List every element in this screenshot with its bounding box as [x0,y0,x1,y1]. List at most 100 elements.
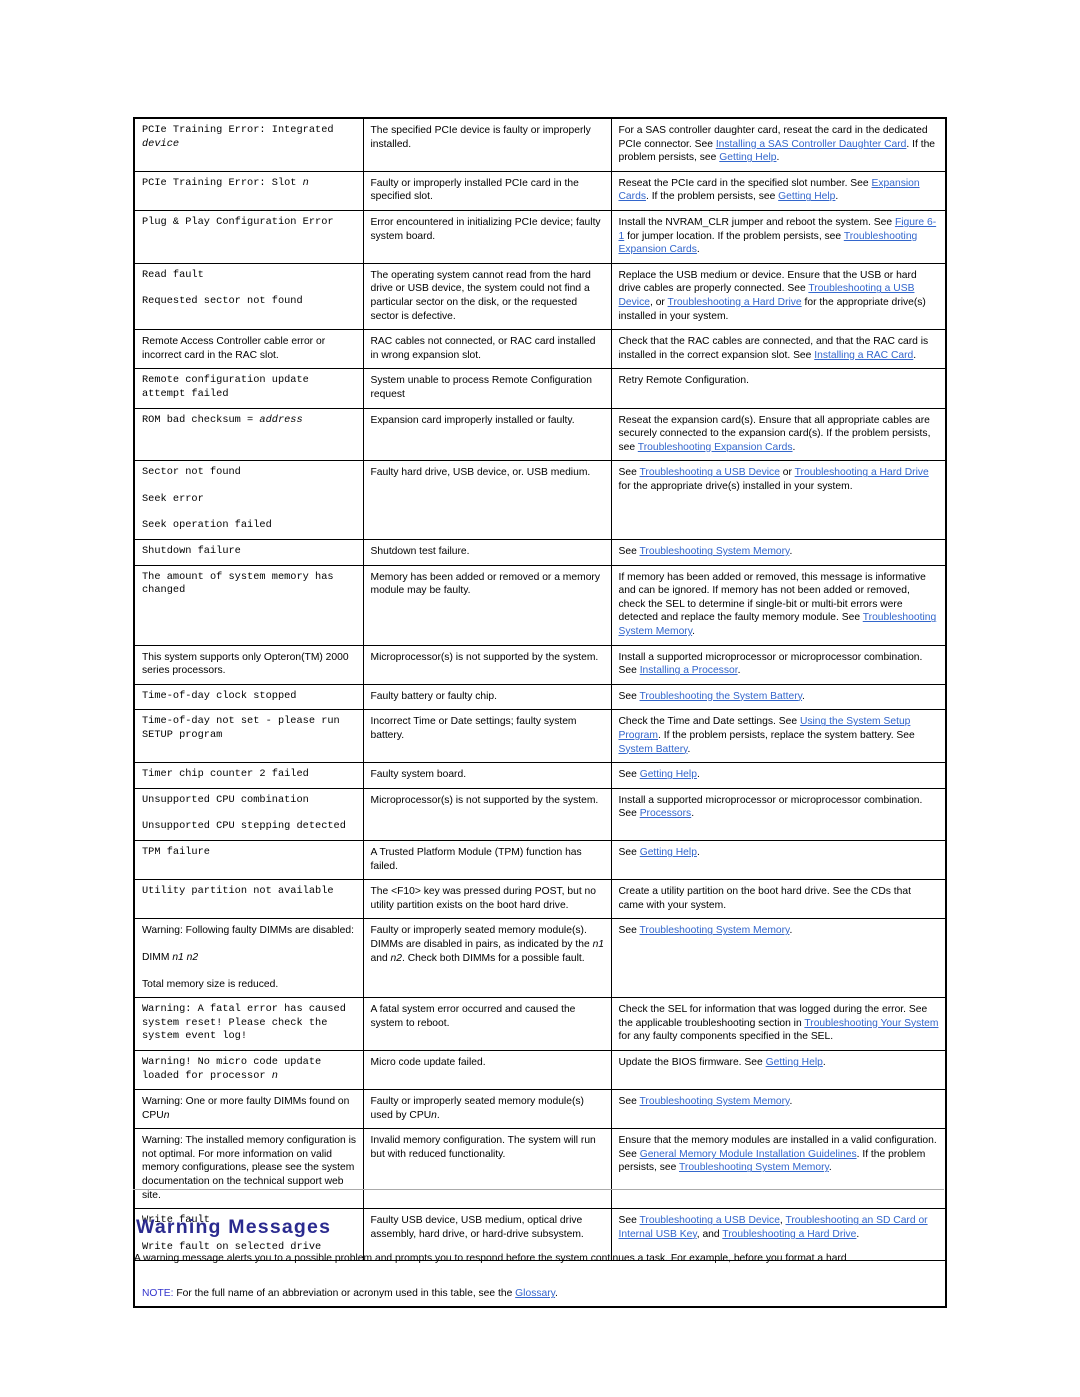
table-note-row: NOTE: For the full name of an abbreviati… [133,1260,947,1308]
corrective-action-cell: Update the BIOS firmware. See Getting He… [610,1049,947,1091]
corrective-action-cell: Check the SEL for information that was l… [610,997,947,1051]
message-cell: Remote Access Controller cable error or … [133,329,364,370]
corrective-action-cell: Retry Remote Configuration. [610,368,947,409]
corrective-action-cell: Reseat the expansion card(s). Ensure tha… [610,407,947,462]
corrective-action-cell: See Getting Help. [610,762,947,789]
doc-link[interactable]: Troubleshooting System Memory [640,1096,790,1107]
doc-link[interactable]: Troubleshooting a Hard Drive [722,1229,856,1240]
corrective-action-cell: Create a utility partition on the boot h… [610,879,947,920]
table-row: Read fault Requested sector not found The … [133,262,947,331]
table-row: Utility partition not available The <F10>… [133,879,947,920]
cause-cell: Faulty or improperly installed PCIe card… [362,170,612,211]
table-row: Warning: One or more faulty DIMMs found … [133,1089,947,1130]
table-row: Remote Access Controller cable error or … [133,329,947,370]
doc-link[interactable]: Troubleshooting a USB Device [640,1215,780,1226]
page-section-heading: Warning Messages [136,1216,332,1238]
cause-cell: The operating system cannot read from th… [362,262,612,331]
message-cell: Time-of-day clock stopped [133,683,364,711]
cause-cell: Error encountered in initializing PCIe d… [362,209,612,264]
note-cell: NOTE: For the full name of an abbreviati… [133,1260,947,1308]
section-body-paragraph: A warning message alerts you to a possib… [134,1253,847,1264]
table-row: Timer chip counter 2 failed Faulty system… [133,762,947,789]
doc-link[interactable]: Getting Help [719,152,776,163]
table-row: TPM failure A Trusted Platform Module (TP… [133,839,947,881]
doc-link[interactable]: Troubleshooting System Memory [619,612,937,637]
message-cell: Warning: Following faulty DIMMs are disa… [133,918,364,999]
table-row: Warning! No micro code update loaded for… [133,1049,947,1091]
doc-link[interactable]: Troubleshooting System Memory [640,925,790,936]
doc-link[interactable]: Troubleshooting the System Battery [640,691,803,702]
table-row: PCIe Training Error: Integrated device Th… [133,117,947,172]
message-cell: Warning! No micro code update loaded for… [133,1049,364,1091]
message-cell: Time-of-day not set - please run SETUP p… [133,709,364,764]
corrective-action-cell: See Troubleshooting the System Battery. [610,683,947,711]
horizontal-divider [133,1189,944,1190]
doc-link[interactable]: Troubleshooting Expansion Cards [638,442,793,453]
table-row: Sector not found Seek error Seek operation… [133,460,947,541]
table-row: Unsupported CPU combination Unsupported C… [133,787,947,841]
doc-link[interactable]: Processors [640,808,692,819]
cause-cell: Memory has been added or removed or a me… [362,564,612,646]
doc-link[interactable]: Troubleshooting a Hard Drive [668,297,802,308]
corrective-action-cell: If memory has been added or removed, thi… [610,564,947,646]
corrective-action-cell: Ensure that the memory modules are insta… [610,1128,947,1210]
doc-link[interactable]: Troubleshooting Expansion Cards [619,231,918,256]
doc-link[interactable]: General Memory Module Installation Guide… [640,1149,857,1160]
cause-cell: The <F10> key was pressed during POST, b… [362,879,612,920]
doc-link[interactable]: Troubleshooting a USB Device [640,467,780,478]
doc-link[interactable]: Troubleshooting System Memory [679,1162,829,1173]
cause-cell: Shutdown test failure. [362,539,612,566]
table-row: PCIe Training Error: Slot n Faulty or imp… [133,170,947,211]
cause-cell: Incorrect Time or Date settings; faulty … [362,709,612,764]
cause-cell: The specified PCIe device is faulty or i… [362,117,612,172]
corrective-action-cell: Reseat the PCIe card in the specified sl… [610,170,947,211]
doc-link[interactable]: Getting Help [640,769,697,780]
message-cell: Warning: The installed memory configurat… [133,1128,364,1210]
note-label: NOTE: [142,1288,174,1300]
message-cell: Sector not found Seek error Seek operation… [133,460,364,541]
table-row: Time-of-day not set - please run SETUP p… [133,709,947,764]
message-cell: Timer chip counter 2 failed [133,762,364,789]
doc-link[interactable]: Getting Help [766,1057,823,1068]
cause-cell: System unable to process Remote Configur… [362,368,612,409]
cause-cell: A Trusted Platform Module (TPM) function… [362,839,612,881]
cause-cell: Microprocessor(s) is not supported by th… [362,644,612,685]
cause-cell: Micro code update failed. [362,1049,612,1091]
corrective-action-cell: Check the Time and Date settings. See Us… [610,709,947,764]
corrective-action-cell: Install the NVRAM_CLR jumper and reboot … [610,209,947,264]
corrective-action-cell: See Troubleshooting System Memory. [610,1089,947,1130]
doc-link[interactable]: Troubleshooting a Hard Drive [795,467,929,478]
table-row: Warning: The installed memory configurat… [133,1128,947,1210]
corrective-action-cell: Install a supported microprocessor or mi… [610,787,947,841]
cause-cell: RAC cables not connected, or RAC card in… [362,329,612,370]
table-row: Time-of-day clock stopped Faulty battery … [133,683,947,711]
message-cell: PCIe Training Error: Integrated device [133,117,364,172]
message-cell: Unsupported CPU combination Unsupported C… [133,787,364,841]
table-row: The amount of system memory has changed M… [133,564,947,646]
doc-link[interactable]: Installing a SAS Controller Daughter Car… [716,139,907,150]
corrective-action-cell: For a SAS controller daughter card, rese… [610,117,947,172]
doc-link[interactable]: Troubleshooting Your System [804,1018,938,1029]
doc-link[interactable]: Installing a RAC Card [814,350,913,361]
message-cell: Shutdown failure [133,539,364,566]
cause-cell: Invalid memory configuration. The system… [362,1128,612,1210]
message-cell: TPM failure [133,839,364,881]
doc-link[interactable]: Getting Help [778,191,835,202]
cause-cell: Faulty hard drive, USB device, or. USB m… [362,460,612,541]
corrective-action-cell: See Troubleshooting a USB Device or Trou… [610,460,947,541]
doc-link[interactable]: Using the System Setup Program [619,716,911,741]
cause-cell: Expansion card improperly installed or f… [362,407,612,462]
corrective-action-cell: See Troubleshooting System Memory. [610,539,947,566]
message-cell: Remote configuration update attempt fail… [133,368,364,409]
doc-link[interactable]: Installing a Processor [640,665,738,676]
message-cell: The amount of system memory has changed [133,564,364,646]
table-body: PCIe Training Error: Integrated device Th… [133,117,947,1308]
doc-link[interactable]: Glossary [515,1288,555,1299]
doc-link[interactable]: System Battery [619,744,688,755]
corrective-action-cell: Install a supported microprocessor or mi… [610,644,947,685]
cause-cell: Faulty or improperly seated memory modul… [362,918,612,999]
doc-link[interactable]: Expansion Cards [619,178,920,203]
doc-link[interactable]: Troubleshooting System Memory [640,546,790,557]
table-row: Remote configuration update attempt fail… [133,368,947,409]
doc-link[interactable]: Getting Help [640,847,697,858]
